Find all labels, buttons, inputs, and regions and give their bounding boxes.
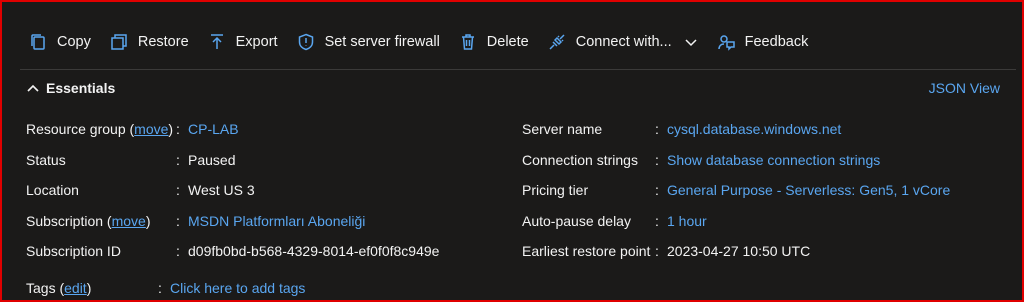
- set-server-firewall-button[interactable]: Set server firewall: [288, 24, 450, 60]
- resource-group-move-link[interactable]: move: [134, 121, 168, 137]
- shield-icon: [296, 32, 316, 52]
- restore-label: Restore: [137, 34, 189, 50]
- resource-group-key: Resource group (move): [26, 121, 176, 137]
- subscription-row: Subscription (move) : MSDN Platformları …: [26, 206, 439, 237]
- separator: :: [655, 182, 659, 199]
- separator: :: [176, 182, 180, 199]
- trash-icon: [458, 32, 478, 52]
- essentials-title: Essentials: [46, 80, 116, 96]
- essentials-toggle[interactable]: Essentials: [26, 80, 115, 96]
- feedback-icon: [716, 32, 736, 52]
- restore-point-value: 2023-04-27 10:50 UTC: [667, 243, 811, 260]
- tags-edit-link[interactable]: edit: [64, 280, 87, 296]
- subscription-key-suffix: ): [145, 212, 151, 229]
- chevron-down-icon: [684, 35, 698, 49]
- auto-pause-key: Auto-pause delay: [522, 212, 631, 229]
- restore-button[interactable]: Restore: [101, 24, 199, 60]
- copy-label: Copy: [57, 34, 91, 50]
- separator: :: [655, 212, 659, 229]
- resource-group-key-suffix: ): [168, 121, 174, 138]
- tags-key-suffix: ): [86, 280, 92, 296]
- subscription-id-key: Subscription ID: [26, 243, 121, 260]
- tags-row: Tags (edit) : Click here to add tags: [26, 274, 305, 302]
- location-key: Location: [26, 182, 79, 199]
- separator: :: [176, 121, 180, 138]
- server-name-row: Server name : cysql.database.windows.net: [522, 114, 950, 145]
- separator: :: [655, 243, 659, 260]
- feedback-label: Feedback: [744, 34, 809, 50]
- connection-strings-value[interactable]: Show database connection strings: [667, 152, 880, 168]
- separator: :: [158, 280, 162, 296]
- tags-key: Tags (edit): [26, 280, 158, 296]
- separator: :: [176, 151, 180, 168]
- status-key: Status: [26, 151, 66, 168]
- pricing-tier-row: Pricing tier : General Purpose - Serverl…: [522, 175, 950, 206]
- pricing-tier-key: Pricing tier: [522, 182, 589, 199]
- delete-button[interactable]: Delete: [450, 24, 539, 60]
- plug-icon: [547, 32, 567, 52]
- copy-button[interactable]: Copy: [20, 24, 101, 60]
- export-button[interactable]: Export: [199, 24, 288, 60]
- separator: :: [176, 212, 180, 229]
- status-row: Status : Paused: [26, 145, 439, 176]
- connection-strings-key: Connection strings: [522, 151, 638, 168]
- pricing-tier-value[interactable]: General Purpose - Serverless: Gen5, 1 vC…: [667, 182, 950, 198]
- essentials-panel: Copy Restore Export Set server firewall …: [0, 0, 1024, 302]
- connect-with-button[interactable]: Connect with...: [539, 24, 708, 60]
- separator: :: [176, 243, 180, 260]
- set-server-firewall-label: Set server firewall: [324, 34, 440, 50]
- connect-with-label: Connect with...: [575, 34, 672, 50]
- essentials-left-column: Resource group (move) : CP-LAB Status : …: [26, 114, 439, 267]
- location-value: West US 3: [188, 182, 255, 199]
- server-name-key: Server name: [522, 121, 603, 138]
- json-view-link[interactable]: JSON View: [929, 80, 1000, 96]
- tags-key-prefix: Tags (: [26, 280, 65, 296]
- connection-strings-row: Connection strings : Show database conne…: [522, 145, 950, 176]
- separator: :: [655, 151, 659, 168]
- server-name-value[interactable]: cysql.database.windows.net: [667, 121, 841, 137]
- resource-group-value[interactable]: CP-LAB: [188, 121, 239, 137]
- toolbar-divider: [20, 69, 1016, 70]
- separator: :: [655, 121, 659, 138]
- subscription-move-link[interactable]: move: [112, 213, 146, 229]
- subscription-id-row: Subscription ID : d09fb0bd-b568-4329-801…: [26, 236, 439, 267]
- restore-point-key: Earliest restore point: [522, 243, 651, 260]
- restore-icon: [109, 32, 129, 52]
- chevron-up-icon: [26, 81, 40, 95]
- auto-pause-value[interactable]: 1 hour: [667, 213, 707, 229]
- restore-point-row: Earliest restore point : 2023-04-27 10:5…: [522, 236, 950, 267]
- essentials-right-column: Server name : cysql.database.windows.net…: [522, 114, 950, 267]
- export-icon: [207, 32, 227, 52]
- feedback-button[interactable]: Feedback: [708, 24, 819, 60]
- auto-pause-row: Auto-pause delay : 1 hour: [522, 206, 950, 237]
- resource-group-row: Resource group (move) : CP-LAB: [26, 114, 439, 145]
- command-bar: Copy Restore Export Set server firewall …: [20, 24, 818, 60]
- subscription-key: Subscription (move): [26, 213, 176, 229]
- subscription-id-value: d09fb0bd-b568-4329-8014-ef0f0f8c949e: [188, 243, 440, 260]
- location-row: Location : West US 3: [26, 175, 439, 206]
- resource-group-key-prefix: Resource group (: [26, 121, 135, 138]
- add-tags-link[interactable]: Click here to add tags: [170, 280, 305, 296]
- export-label: Export: [235, 34, 278, 50]
- copy-icon: [28, 32, 48, 52]
- delete-label: Delete: [486, 34, 529, 50]
- subscription-value[interactable]: MSDN Platformları Aboneliği: [188, 213, 365, 229]
- subscription-key-prefix: Subscription (: [26, 212, 112, 229]
- status-value: Paused: [188, 151, 236, 168]
